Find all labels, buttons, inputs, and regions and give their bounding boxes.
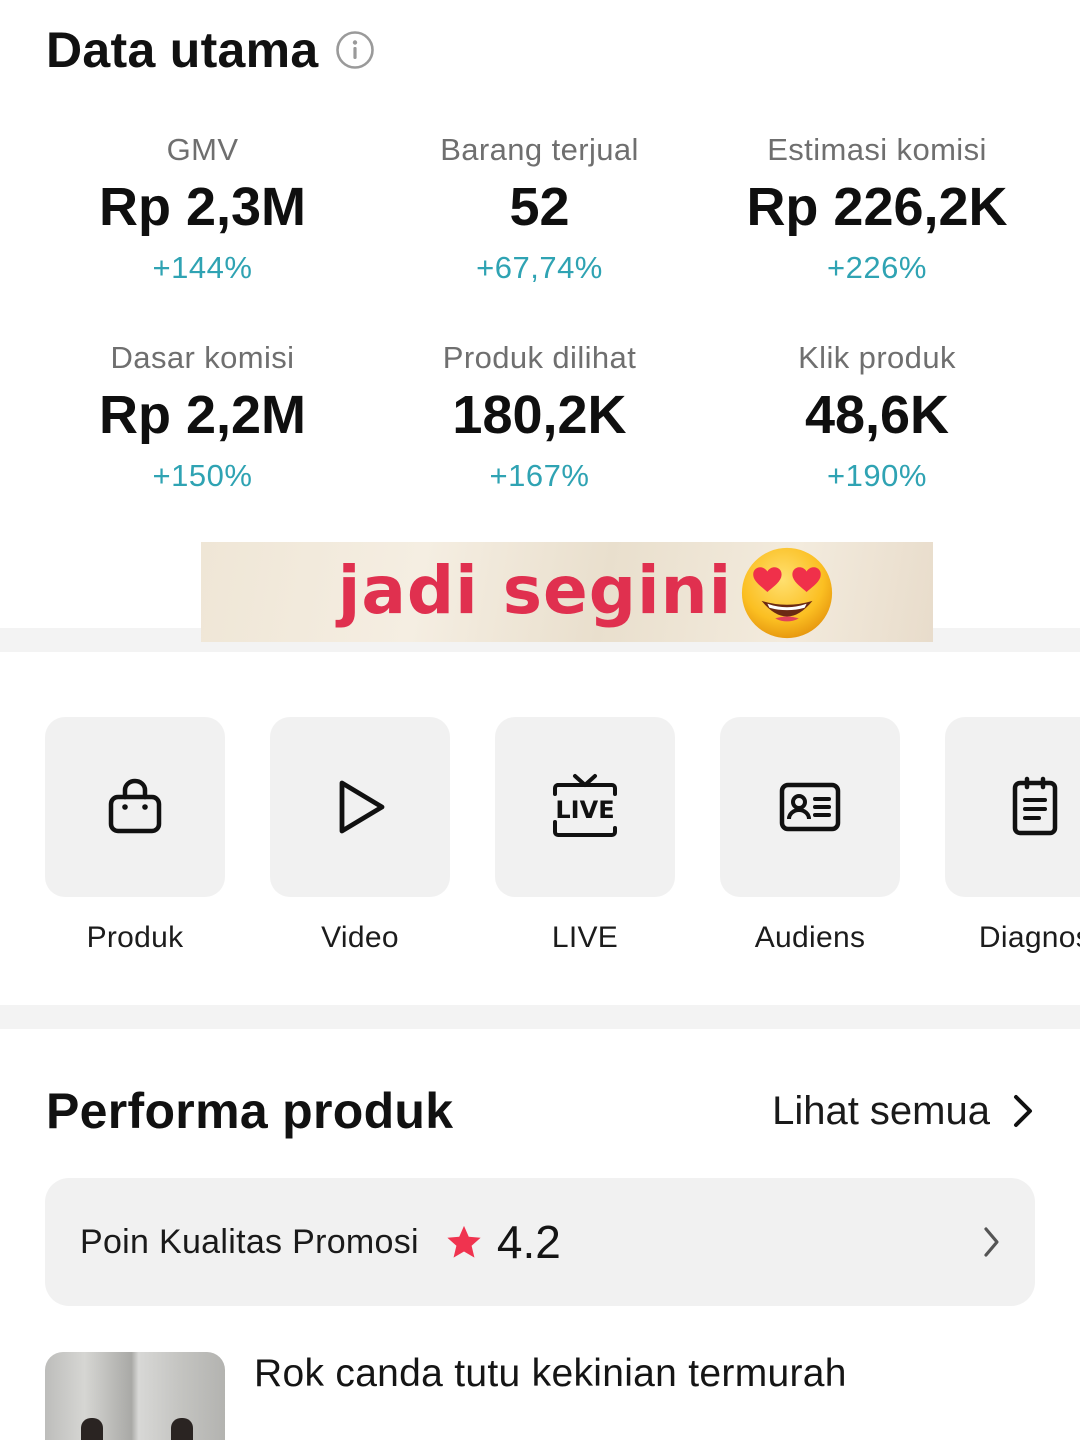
tile-live[interactable]: LIVE LIVE [495,717,675,955]
heart-eyes-emoji-icon [742,547,833,639]
tile-label: Produk [86,921,184,954]
tile-label: Video [321,921,399,954]
text-sticker: jadi segini [201,542,933,642]
metric-value: Rp 226,2K [746,177,1008,237]
play-icon [339,780,385,834]
tile-diagnosis[interactable]: Diagnos [945,717,1080,955]
see-all-link[interactable]: Lihat semua [772,1089,1036,1134]
page-title: Data utama [46,22,319,78]
metric-estimated-commission[interactable]: Estimasi komisi Rp 226,2K +226% [708,128,1046,296]
metric-label: Barang terjual [440,132,639,167]
metric-gmv[interactable]: GMV Rp 2,3M +144% [34,128,371,296]
tile-label: LIVE [551,921,619,954]
tile-produk[interactable]: Produk [45,717,225,955]
product-thumbnail [45,1352,225,1440]
product-title: Rok canda tutu kekinian termurah [254,1352,847,1395]
metric-label: Produk dilihat [442,340,637,375]
metric-product-views[interactable]: Produk dilihat 180,2K +167% [371,336,708,504]
metric-label: Klik produk [798,340,956,375]
sticker-text: jadi segini [337,551,733,629]
promo-label: Poin Kualitas Promosi [80,1222,419,1261]
tile-video[interactable]: Video [270,717,450,955]
metric-items-sold[interactable]: Barang terjual 52 +67,74% [371,128,708,296]
info-icon[interactable] [335,30,375,70]
metric-commission-base[interactable]: Dasar komisi Rp 2,2M +150% [34,336,371,504]
metric-change: +226% [827,250,927,285]
shopping-bag-icon [108,778,162,834]
live-tv-icon: LIVE [553,774,617,837]
tile-box: LIVE [495,717,675,897]
metric-label: Dasar komisi [110,340,295,375]
metric-value: 48,6K [804,385,950,445]
section-divider [0,1005,1080,1029]
screen: Data utama GMV Rp 2,3M +144% Barang terj… [0,0,1080,1440]
metric-label: Estimasi komisi [767,132,987,167]
product-row[interactable]: Rok canda tutu kekinian termurah [45,1352,1045,1440]
clipboard-icon [1012,776,1058,836]
header: Data utama [46,18,375,82]
metric-value: Rp 2,3M [98,177,307,237]
metric-value: Rp 2,2M [98,385,307,445]
metric-change: +190% [827,458,927,493]
metric-product-clicks[interactable]: Klik produk 48,6K +190% [708,336,1046,504]
metric-change: +167% [489,458,590,493]
metric-change: +144% [152,250,253,285]
metric-value: 52 [509,177,570,237]
tile-box [720,717,900,897]
section-title: Performa produk [46,1083,454,1139]
performa-header: Performa produk Lihat semua [46,1078,1036,1144]
star-icon [447,1225,481,1258]
id-card-icon [779,782,841,832]
tile-label: Diagnos [978,921,1080,954]
chevron-right-icon [984,1227,999,1257]
see-all-label: Lihat semua [772,1088,990,1133]
promo-quality-card[interactable]: Poin Kualitas Promosi 4.2 [45,1178,1035,1306]
metric-change: +67,74% [476,250,603,285]
tile-audiens[interactable]: Audiens [720,717,900,955]
chevron-right-icon [1014,1095,1032,1127]
tile-label: Audiens [754,921,866,954]
metric-label: GMV [166,132,239,167]
promo-score: 4.2 [496,1216,561,1268]
quick-menu: Produk Video LIVE LIVE Audiens Diagnos [45,717,1080,977]
metric-value: 180,2K [452,385,627,445]
svg-text:LIVE: LIVE [555,796,614,824]
tile-box [945,717,1080,897]
metric-change: +150% [152,458,253,493]
tile-box [270,717,450,897]
tile-box [45,717,225,897]
metrics-grid: GMV Rp 2,3M +144% Barang terjual 52 +67,… [34,128,1046,504]
